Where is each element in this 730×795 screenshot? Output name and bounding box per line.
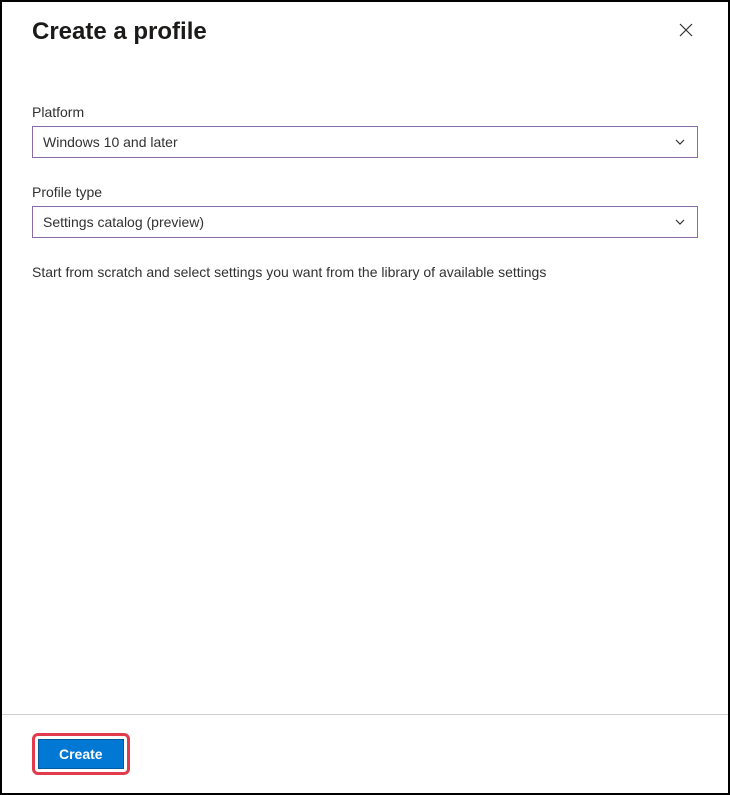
profile-type-description: Start from scratch and select settings y… [32,264,698,280]
panel-title: Create a profile [32,18,207,46]
close-icon [678,22,694,41]
platform-dropdown[interactable]: Windows 10 and later [32,126,698,158]
chevron-down-icon [673,135,687,149]
profile-type-field: Profile type Settings catalog (preview) [32,184,698,238]
platform-value: Windows 10 and later [43,134,673,150]
create-button-highlight: Create [32,733,130,775]
profile-type-dropdown[interactable]: Settings catalog (preview) [32,206,698,238]
profile-type-label: Profile type [32,184,698,200]
panel-footer: Create [2,714,728,793]
chevron-down-icon [673,215,687,229]
profile-type-value: Settings catalog (preview) [43,214,673,230]
close-button[interactable] [674,18,698,45]
platform-label: Platform [32,104,698,120]
panel-content: Platform Windows 10 and later Profile ty… [2,46,728,714]
create-button[interactable]: Create [38,739,124,769]
platform-field: Platform Windows 10 and later [32,104,698,158]
panel-header: Create a profile [2,2,728,46]
